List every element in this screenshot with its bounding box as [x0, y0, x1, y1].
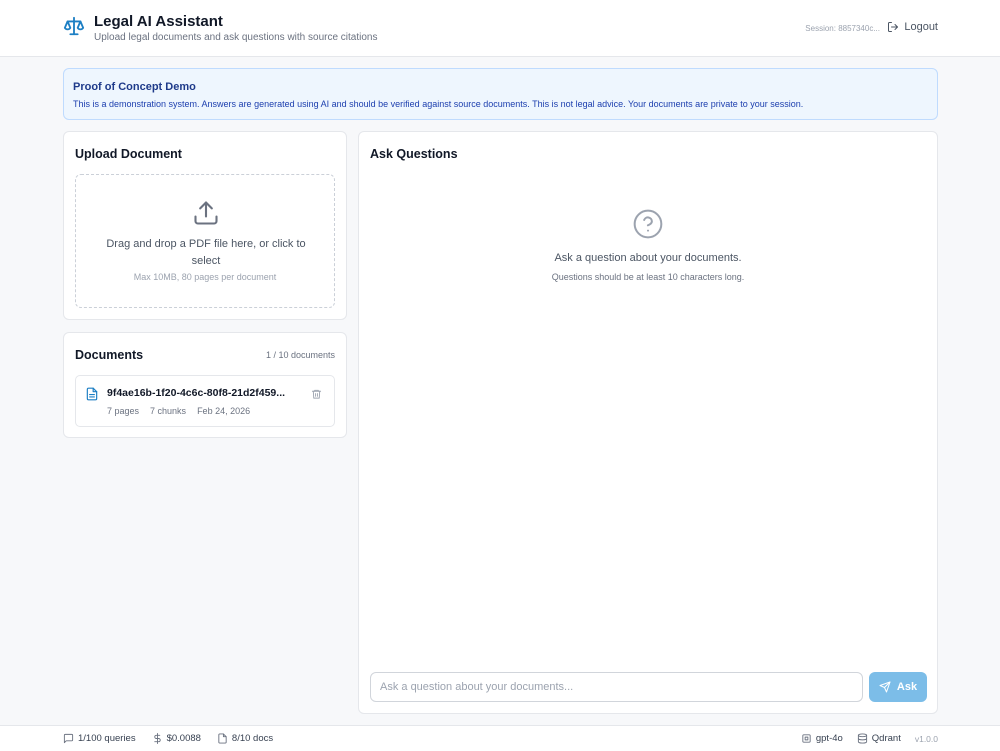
document-item[interactable]: 9f4ae16b-1f20-4c6c-80f8-21d2f459... 7 pa… — [75, 375, 335, 427]
upload-icon — [194, 201, 218, 225]
upload-card: Upload Document Drag and drop a PDF file… — [63, 131, 347, 320]
logout-button[interactable]: Logout — [887, 21, 938, 33]
database-label: Qdrant — [871, 733, 901, 744]
empty-state-title: Ask a question about your documents. — [554, 252, 742, 264]
version-label: v1.0.0 — [914, 733, 938, 744]
documents-card: Documents 1 / 10 documents 9f4ae16b-1f20… — [63, 332, 347, 438]
session-id: Session: 8857340c... — [805, 24, 880, 33]
database-icon — [857, 733, 867, 744]
upload-title: Upload Document — [75, 147, 182, 161]
cost-label: $0.0088 — [166, 733, 201, 744]
ask-title: Ask Questions — [370, 147, 458, 161]
scale-icon — [63, 16, 85, 36]
upload-dropzone[interactable]: Drag and drop a PDF file here, or click … — [75, 174, 335, 308]
app-header: Legal AI Assistant Upload legal document… — [0, 0, 1000, 57]
document-chunks: 7 chunks — [150, 406, 187, 416]
file-icon — [218, 733, 227, 744]
banner-text: This is a demonstration system. Answers … — [73, 99, 804, 109]
status-footer: 1/100 queries $0.0088 8/10 docs gpt-4o Q… — [0, 725, 1000, 751]
app-subtitle: Upload legal documents and ask questions… — [94, 32, 378, 43]
message-icon — [63, 733, 74, 744]
cpu-icon — [802, 734, 811, 743]
logout-label: Logout — [904, 21, 938, 33]
queries-stat: 1/100 queries — [63, 733, 136, 744]
cost-stat: $0.0088 — [152, 733, 201, 744]
ask-button[interactable]: Ask — [869, 672, 927, 702]
dropzone-limit: Max 10MB, 80 pages per document — [133, 272, 277, 282]
empty-state-hint: Questions should be at least 10 characte… — [551, 272, 745, 282]
document-name: 9f4ae16b-1f20-4c6c-80f8-21d2f459... — [107, 387, 286, 399]
docs-stat: 8/10 docs — [217, 733, 273, 744]
queries-label: 1/100 queries — [78, 733, 136, 744]
app-title: Legal AI Assistant — [94, 13, 223, 30]
documents-count: 1 / 10 documents — [265, 350, 335, 360]
dropzone-text: Drag and drop a PDF file here, or click … — [106, 238, 306, 267]
system-info: gpt-4o Qdrant v1.0.0 — [801, 733, 938, 744]
banner-title: Proof of Concept Demo — [73, 81, 196, 93]
documents-title: Documents — [75, 348, 144, 362]
question-input[interactable] — [370, 672, 863, 702]
trash-icon[interactable] — [311, 388, 322, 400]
question-circle-icon — [633, 209, 663, 239]
send-icon — [879, 681, 891, 693]
usage-stats: 1/100 queries $0.0088 8/10 docs — [63, 733, 273, 744]
document-date: Feb 24, 2026 — [197, 406, 251, 416]
ask-card: Ask Questions Ask a question about your … — [358, 131, 938, 714]
model-label: gpt-4o — [815, 733, 843, 744]
dollar-icon — [153, 733, 161, 744]
docs-label: 8/10 docs — [231, 733, 274, 744]
model-info: gpt-4o — [801, 733, 843, 744]
database-info: Qdrant — [857, 733, 901, 744]
logout-icon — [888, 22, 899, 32]
document-pages: 7 pages — [107, 406, 140, 416]
ask-button-label: Ask — [896, 681, 918, 693]
poc-banner: Proof of Concept Demo This is a demonstr… — [63, 68, 938, 120]
file-icon — [86, 387, 98, 401]
document-meta: 7 pages 7 chunks Feb 24, 2026 — [107, 406, 250, 416]
